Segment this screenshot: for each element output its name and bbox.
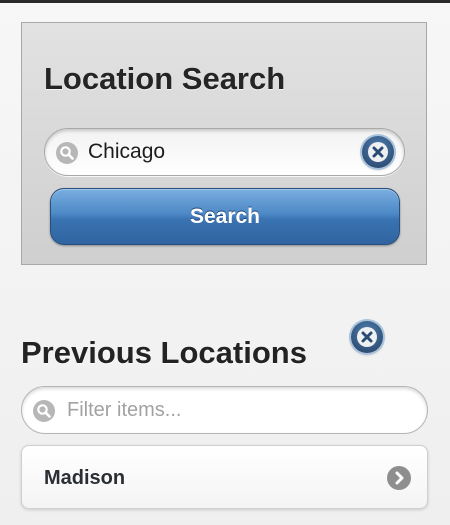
search-input[interactable]: Chicago — [88, 129, 165, 175]
chevron-right-icon — [387, 466, 411, 490]
top-border — [0, 0, 450, 3]
search-icon — [56, 142, 78, 164]
clear-search-button[interactable] — [362, 136, 394, 168]
list-item-label: Madison — [44, 467, 126, 489]
search-icon — [33, 400, 55, 422]
filter-field[interactable] — [21, 386, 428, 434]
list-item-madison[interactable]: Madison — [21, 445, 428, 509]
clear-history-button[interactable] — [351, 321, 383, 353]
search-button[interactable]: Search — [50, 188, 400, 245]
location-search-field[interactable]: Chicago — [44, 128, 405, 176]
location-search-panel: Location Search Chicago Search — [21, 22, 427, 265]
panel-title: Location Search — [44, 61, 286, 96]
filter-input[interactable] — [67, 388, 407, 432]
previous-locations-title: Previous Locations — [21, 335, 307, 370]
